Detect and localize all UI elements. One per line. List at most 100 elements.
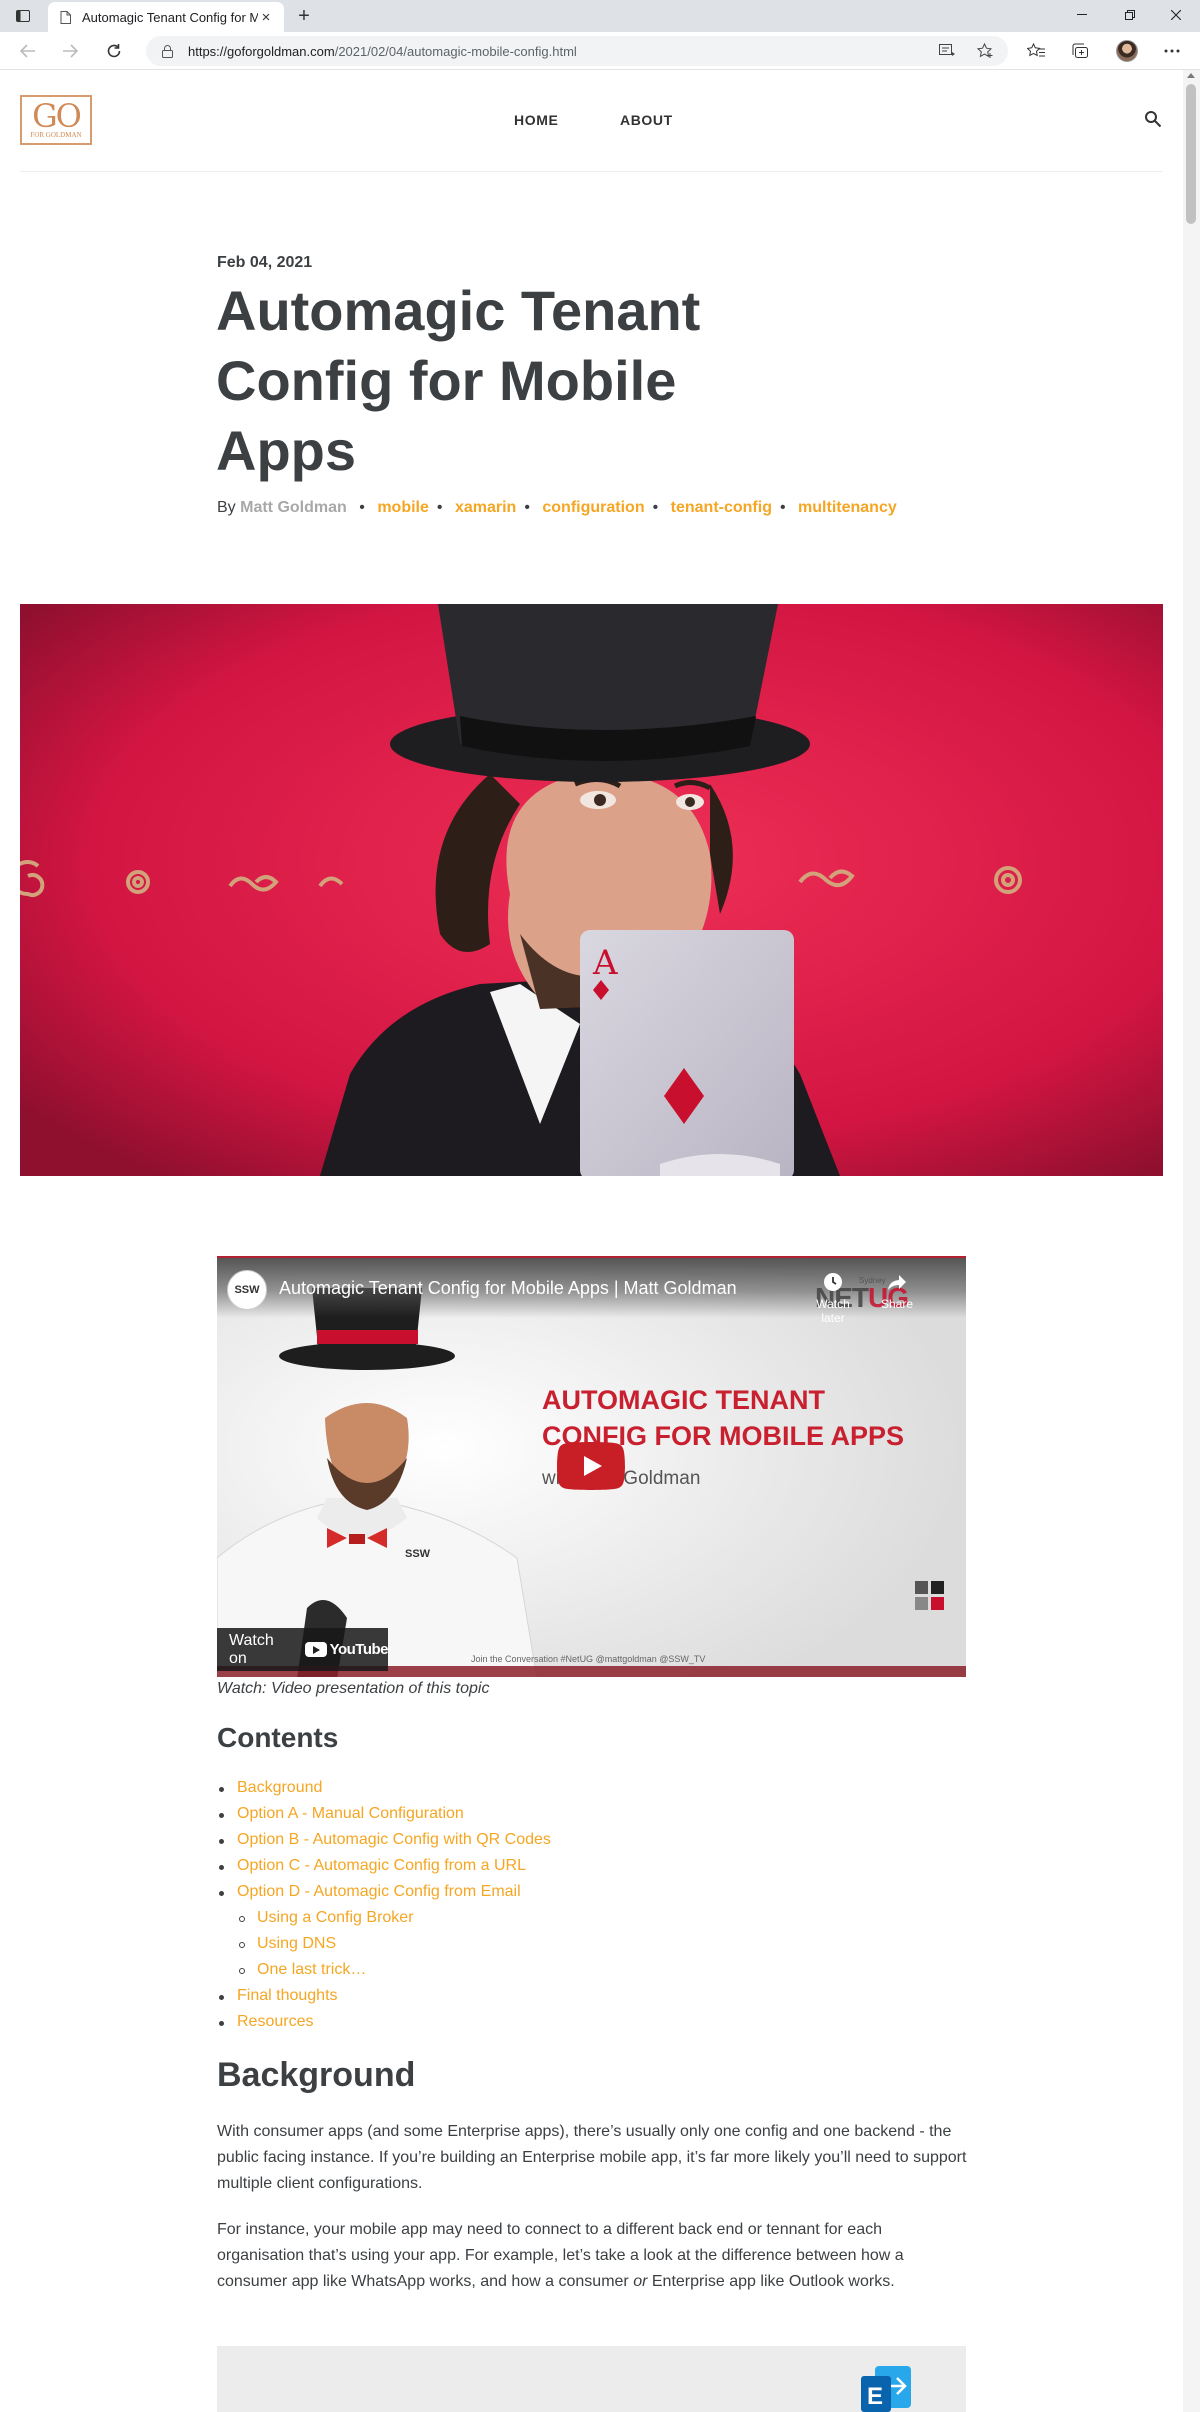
browser-tab-active[interactable]: Automagic Tenant Config for Mo × [48, 2, 284, 32]
play-icon[interactable] [557, 1442, 625, 1490]
toc-link[interactable]: Final thoughts [237, 1987, 338, 2005]
toc-link[interactable]: One last trick… [257, 1961, 366, 1979]
collections-button[interactable] [1070, 42, 1090, 60]
tag-link-tenant-config[interactable]: tenant-config [671, 499, 772, 516]
table-of-contents: Background Option A - Manual Configurati… [217, 1777, 817, 2037]
toc-link[interactable]: Option B - Automagic Config with QR Code… [237, 1831, 551, 1849]
reload-button[interactable] [102, 40, 126, 62]
toc-subitem[interactable]: One last trick… [217, 1959, 817, 1985]
background-heading: Background [217, 2056, 416, 2094]
forward-button[interactable] [58, 40, 82, 62]
page-icon [58, 10, 72, 24]
paragraph-emphasis: or [633, 2273, 648, 2290]
youtube-embed[interactable]: SSW SSW Automagic Tenant Config for Mobi… [217, 1256, 966, 1677]
favorites-button[interactable] [1026, 42, 1046, 60]
tag-separator: • [652, 499, 659, 516]
toc-link[interactable]: Option D - Automagic Config from Email [237, 1883, 521, 1901]
tab-close-icon[interactable]: × [258, 9, 274, 26]
nav-home-link[interactable]: HOME [514, 112, 558, 128]
youtube-logo-icon: YouTube [304, 1641, 389, 1658]
toc-link[interactable]: Using DNS [257, 1935, 336, 1953]
url-text: https://goforgoldman.com/2021/02/04/auto… [188, 44, 577, 59]
toc-link[interactable]: Option A - Manual Configuration [237, 1805, 464, 1823]
background-paragraph-2: For instance, your mobile app may need t… [217, 2217, 967, 2295]
scroll-up-arrow-icon[interactable] [1187, 73, 1195, 78]
logo-text: GO [32, 97, 82, 135]
magician-illustration: A [20, 604, 1163, 1176]
back-button[interactable] [16, 40, 40, 62]
collections-icon [1072, 43, 1088, 58]
add-favorite-icon[interactable] [976, 43, 994, 59]
logo-subtext: FOR GOLDMAN [30, 131, 82, 139]
byline-separator: • [359, 499, 365, 516]
tag-link-mobile[interactable]: mobile [377, 499, 429, 516]
tag-link-xamarin[interactable]: xamarin [455, 499, 516, 516]
by-label: By [217, 499, 236, 516]
toc-item[interactable]: Final thoughts [217, 1985, 817, 2011]
toc-item[interactable]: Option A - Manual Configuration [217, 1803, 817, 1829]
youtube-wordmark: YouTube [329, 1641, 389, 1658]
address-bar[interactable]: https://goforgoldman.com/2021/02/04/auto… [146, 36, 1008, 66]
restore-button[interactable] [1114, 4, 1146, 26]
tab-strip: Automagic Tenant Config for Mo × + [0, 0, 1200, 32]
search-icon[interactable] [1144, 110, 1162, 128]
read-aloud-icon[interactable] [938, 43, 956, 59]
comparison-image: E [217, 2346, 966, 2412]
minimize-button[interactable] [1066, 4, 1098, 26]
exchange-logo-icon: E [861, 2366, 911, 2412]
share-label: Share [880, 1297, 914, 1311]
author-link[interactable]: Matt Goldman [240, 499, 347, 516]
tag-link-configuration[interactable]: configuration [542, 499, 644, 516]
tab-actions-button[interactable] [10, 6, 36, 26]
headline-line-1: AUTOMAGIC TENANT [542, 1385, 825, 1415]
video-title[interactable]: Automagic Tenant Config for Mobile Apps … [279, 1278, 737, 1299]
page-scrollbar[interactable] [1183, 70, 1200, 2412]
restore-icon [1125, 10, 1135, 20]
watch-on-youtube-button[interactable]: Watch on YouTube [217, 1628, 389, 1671]
tag-separator: • [436, 499, 443, 516]
toc-item[interactable]: Option B - Automagic Config with QR Code… [217, 1829, 817, 1855]
toc-link[interactable]: Option C - Automagic Config from a URL [237, 1857, 526, 1875]
toc-link[interactable]: Using a Config Broker [257, 1909, 414, 1927]
toc-item[interactable]: Option C - Automagic Config from a URL [217, 1855, 817, 1881]
site-logo[interactable]: GO FOR GOLDMAN [20, 95, 92, 145]
url-host: https://goforgoldman.com [188, 43, 335, 59]
arrow-right-icon [63, 44, 78, 58]
shirt-logo: SSW [405, 1548, 431, 1560]
toc-item[interactable]: Option D - Automagic Config from Email [217, 1881, 817, 1907]
watch-later-label: Watch later [816, 1297, 850, 1325]
toc-item[interactable]: Resources [217, 2011, 817, 2037]
post-byline: By Matt Goldman • mobile • xamarin • confi… [217, 499, 897, 517]
toc-link[interactable]: Background [237, 1779, 322, 1797]
close-window-button[interactable] [1160, 4, 1192, 26]
scrollbar-thumb[interactable] [1186, 84, 1196, 224]
paragraph-text: Enterprise app like Outlook works. [647, 2273, 895, 2290]
toc-item[interactable]: Background [217, 1777, 817, 1803]
clock-icon [824, 1273, 842, 1291]
background-paragraph-1: With consumer apps (and some Enterprise … [217, 2123, 967, 2192]
nav-about-link[interactable]: ABOUT [620, 112, 673, 128]
share-icon [888, 1275, 906, 1290]
watch-later-button[interactable]: Watch later [808, 1272, 858, 1325]
site-header: GO FOR GOLDMAN HOME ABOUT [20, 70, 1162, 172]
post-title: Automagic Tenant Config for Mobile Apps [216, 279, 701, 482]
share-button[interactable]: Share [872, 1272, 922, 1311]
post-date: Feb 04, 2021 [217, 254, 313, 271]
more-dots-icon [1164, 49, 1180, 53]
tag-separator: • [524, 499, 530, 516]
toc-subitem[interactable]: Using a Config Broker [217, 1907, 817, 1933]
tab-actions-icon [16, 10, 30, 22]
new-tab-button[interactable]: + [292, 5, 316, 27]
profile-avatar[interactable] [1116, 40, 1138, 62]
toc-subitem[interactable]: Using DNS [217, 1933, 817, 1959]
toc-link[interactable]: Resources [237, 2013, 313, 2031]
watch-on-label: Watch on [229, 1631, 274, 1667]
browser-toolbar: https://goforgoldman.com/2021/02/04/auto… [0, 32, 1200, 70]
channel-avatar[interactable]: SSW [227, 1270, 267, 1310]
tag-link-multitenancy[interactable]: multitenancy [798, 499, 897, 516]
more-menu-button[interactable] [1162, 42, 1182, 60]
svg-text:A: A [592, 943, 618, 983]
tag-separator: • [779, 499, 786, 516]
lock-icon [160, 44, 174, 58]
contents-heading: Contents [217, 1722, 339, 1753]
